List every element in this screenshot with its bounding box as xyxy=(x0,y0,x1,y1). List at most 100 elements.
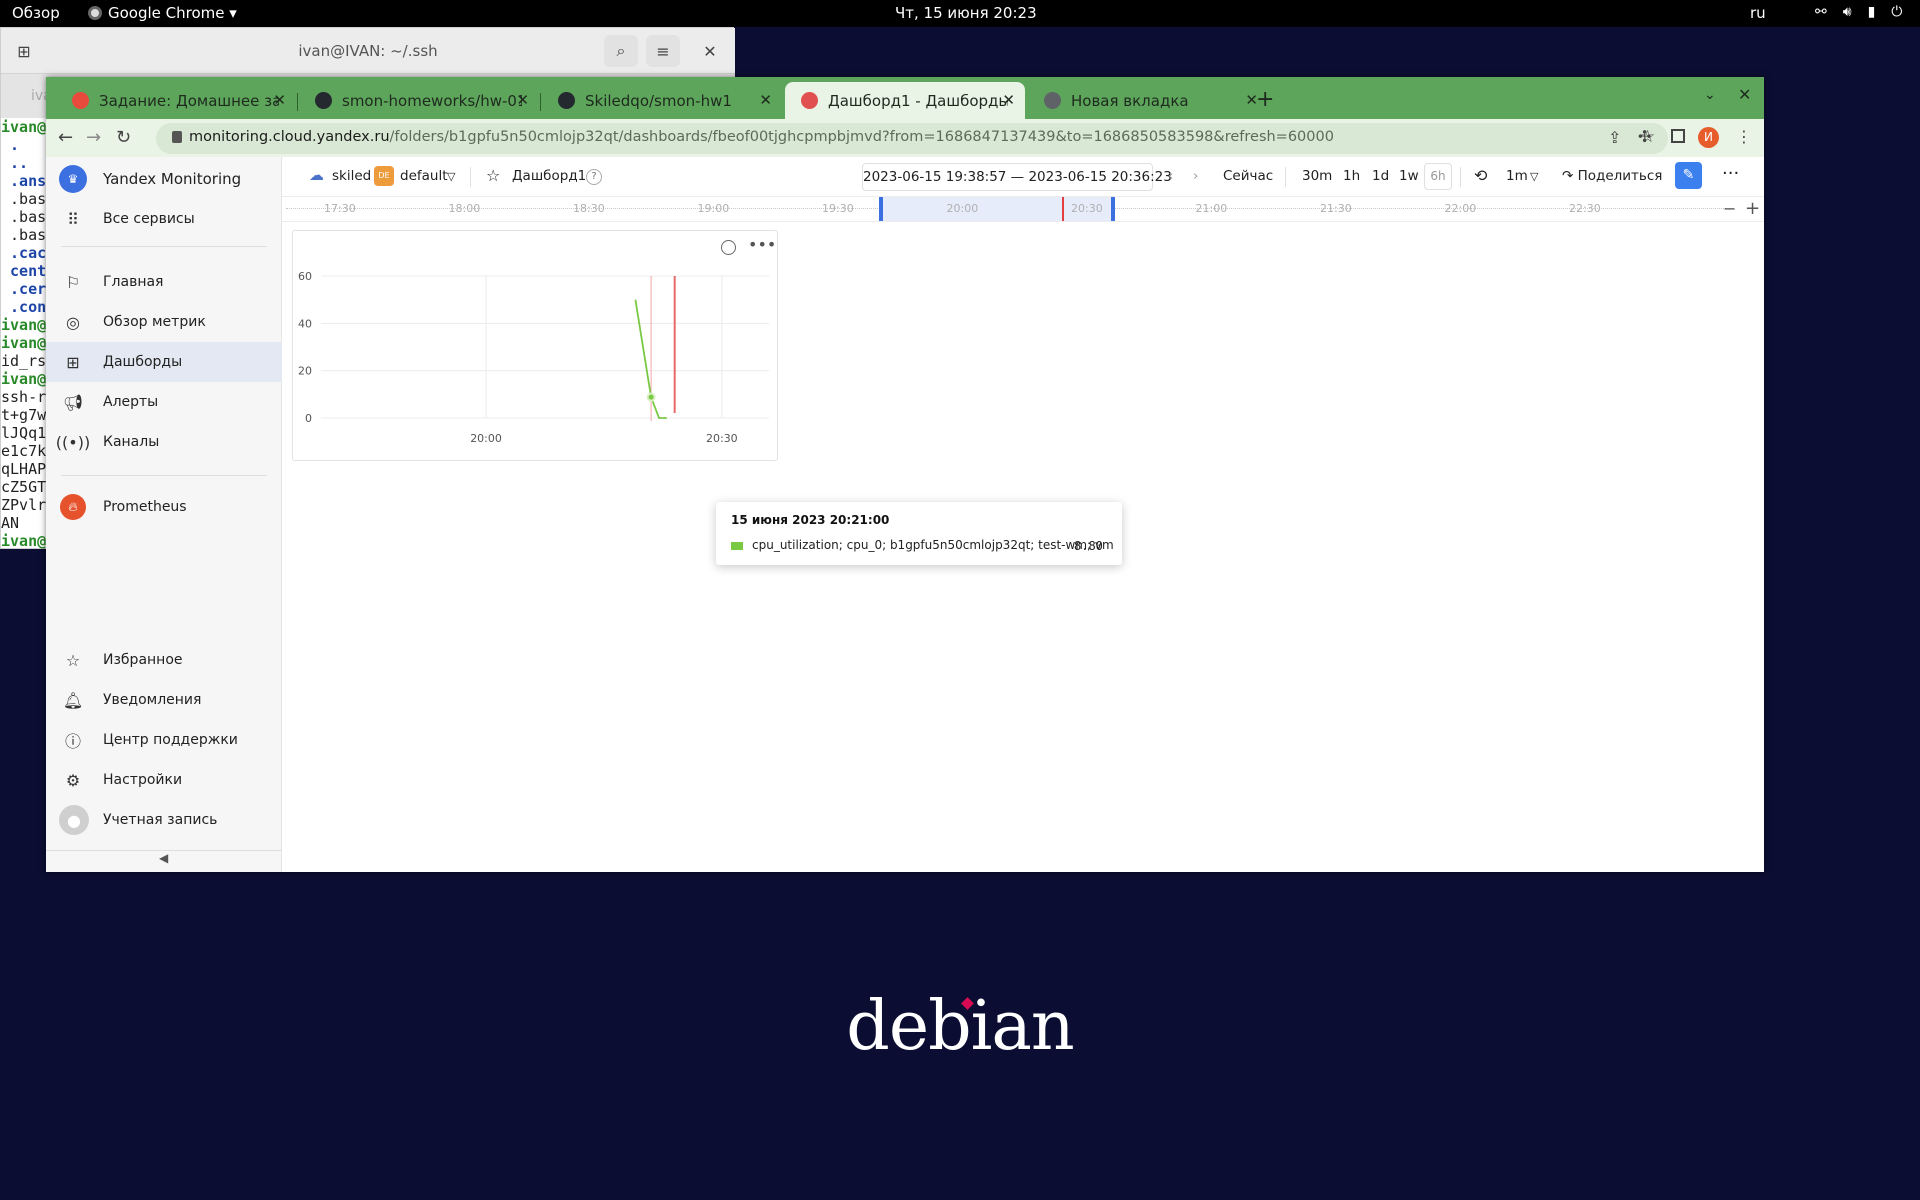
sidebar-item-notifications[interactable]: 🔔︎ Уведомления xyxy=(46,680,282,720)
terminal-line: e1c7k xyxy=(1,442,47,460)
sidebar-item-account[interactable]: ● Учетная запись xyxy=(46,800,282,840)
widget-more-icon[interactable]: ••• xyxy=(748,235,776,254)
cloud-name[interactable]: skiled xyxy=(332,168,371,184)
zoom-1h-button[interactable]: 1h xyxy=(1343,168,1360,184)
lock-icon[interactable] xyxy=(172,131,182,143)
favorite-star-icon[interactable]: ☆ xyxy=(486,166,500,185)
chevron-down-icon[interactable]: ▽ xyxy=(447,170,455,183)
browser-tab[interactable]: Задание: Домашнее зада✕ xyxy=(56,82,296,119)
time-range-picker[interactable]: 2023-06-15 19:38:57 — 2023-06-15 20:36:2… xyxy=(862,163,1172,191)
tab-close-icon[interactable]: ✕ xyxy=(516,91,529,109)
zoom-custom-input[interactable]: 6h xyxy=(1424,163,1452,190)
terminal-line: ivan@ xyxy=(1,370,47,388)
tooltip-series-name: cpu_utilization; cpu_0; b1gpfu5n50cmlojp… xyxy=(752,538,1114,552)
divider xyxy=(1285,167,1286,187)
kebab-menu-icon[interactable]: ⋮ xyxy=(1736,127,1752,146)
search-button[interactable]: ⌕ xyxy=(604,35,638,67)
window-close-icon[interactable]: ✕ xyxy=(1738,85,1751,104)
sidebar-item-all-services[interactable]: ⠿ Все сервисы xyxy=(46,199,282,239)
browser-tab[interactable]: Дашборд1 - Дашборды - ✕ xyxy=(785,82,1025,119)
legend-swatch xyxy=(731,542,743,550)
tab-search-chevron-icon[interactable]: ⌄ xyxy=(1704,87,1716,103)
chevron-left-icon[interactable]: ‹ xyxy=(1168,168,1173,184)
url-text[interactable]: monitoring.cloud.yandex.ru/folders/b1gpf… xyxy=(189,129,1334,145)
line-chart[interactable]: 0 20 40 60 20:00 20:30 xyxy=(293,231,779,462)
browser-tab[interactable]: Новая вкладка ✕ xyxy=(1028,82,1268,119)
terminal-line: .bas xyxy=(1,226,47,244)
y-tick-label: 60 xyxy=(298,270,312,283)
back-arrow-icon[interactable]: ← xyxy=(58,127,73,148)
extensions-puzzle-icon[interactable]: ✣ xyxy=(1638,127,1651,146)
chevron-right-icon[interactable]: › xyxy=(1193,168,1198,184)
sidebar-item-label: Дашборды xyxy=(103,354,183,370)
now-button[interactable]: Сейчас xyxy=(1223,168,1273,184)
sidebar-item-label: Все сервисы xyxy=(103,211,195,227)
refresh-icon[interactable]: ⟲ xyxy=(1474,166,1487,185)
sidebar-item-settings[interactable]: ⚙ Настройки xyxy=(46,760,282,800)
share-button[interactable]: ↷ Поделиться xyxy=(1562,168,1662,184)
tab-label: Дашборд1 - Дашборды - xyxy=(828,91,1008,110)
edit-pencil-icon[interactable]: ✎ xyxy=(1675,162,1702,189)
brand-label: Yandex Monitoring xyxy=(103,170,242,188)
sidebar-item-favorites[interactable]: ☆ Избранное xyxy=(46,640,282,680)
close-button[interactable]: ✕ xyxy=(693,35,727,67)
hamburger-icon: ≡ xyxy=(656,41,670,61)
tab-close-icon[interactable]: ✕ xyxy=(759,91,772,109)
battery-icon: ▮ xyxy=(1867,4,1876,20)
system-menu[interactable]: ⚯ 🔊︎ ▮ ⏻ xyxy=(1815,4,1902,20)
zoom-1d-button[interactable]: 1d xyxy=(1372,168,1389,184)
clock[interactable]: Чт, 15 июня 20:23 xyxy=(895,4,1037,22)
new-tab-plus-icon[interactable]: + xyxy=(1256,87,1274,112)
ruler-label: 19:30 xyxy=(822,202,854,215)
address-bar[interactable]: monitoring.cloud.yandex.ru/folders/b1gpf… xyxy=(156,123,1668,154)
compass-icon: ◎ xyxy=(66,312,80,332)
app-menu-label: Google Chrome ▾ xyxy=(108,4,237,22)
tab-label: smon-homeworks/hw-01 xyxy=(342,91,522,110)
sidebar: ♛ Yandex Monitoring ⠿ Все сервисы ⚐ Глав… xyxy=(46,157,282,872)
folder-selector[interactable]: default xyxy=(400,168,448,184)
sidebar-item-support[interactable]: ⓘ Центр поддержки xyxy=(46,720,282,760)
sidebar-brand[interactable]: ♛ Yandex Monitoring xyxy=(46,159,282,199)
sidebar-item-dashboards[interactable]: ⊞ Дашборды xyxy=(46,342,282,382)
terminal-line: .ans xyxy=(1,172,47,190)
zoom-1w-button[interactable]: 1w xyxy=(1399,168,1419,184)
zoom-30m-button[interactable]: 30m xyxy=(1302,168,1332,184)
refresh-interval-select[interactable]: 1m xyxy=(1506,168,1528,184)
forward-arrow-icon[interactable]: → xyxy=(86,127,101,148)
tab-close-icon[interactable]: ✕ xyxy=(273,91,286,109)
tab-close-icon[interactable]: ✕ xyxy=(1002,91,1015,109)
share-icon[interactable]: ⇪ xyxy=(1608,128,1621,147)
zoom-out-icon[interactable]: − xyxy=(1723,199,1736,218)
chevron-down-icon[interactable]: ▽ xyxy=(1530,170,1538,183)
sidebar-item-home[interactable]: ⚐ Главная xyxy=(46,262,282,302)
search-icon: ⌕ xyxy=(616,41,626,60)
help-icon[interactable]: ? xyxy=(586,169,602,185)
terminal-line: cZ5GT xyxy=(1,478,47,496)
reload-icon[interactable]: ↻ xyxy=(116,127,131,148)
sidebar-item-metrics[interactable]: ◎ Обзор метрик xyxy=(46,302,282,342)
monitoring-app: ♛ Yandex Monitoring ⠿ Все сервисы ⚐ Глав… xyxy=(46,157,1764,872)
browser-tab[interactable]: Skiledqo/smon-hw1 ✕ xyxy=(542,82,782,119)
chart-widget[interactable]: 0 20 40 60 20:00 20:30 ••• xyxy=(292,230,778,461)
profile-avatar[interactable]: И xyxy=(1698,127,1719,148)
sidebar-item-prometheus[interactable]: 🔥︎ Prometheus xyxy=(46,487,282,527)
sidebar-item-channels[interactable]: ((•)) Каналы xyxy=(46,422,282,462)
activities-button[interactable]: Обзор xyxy=(12,4,60,22)
app-menu[interactable]: Google Chrome ▾ xyxy=(88,4,237,22)
divider xyxy=(61,246,267,247)
browser-tab[interactable]: smon-homeworks/hw-01 ✕ xyxy=(299,82,539,119)
sidebar-item-label: Настройки xyxy=(103,772,183,788)
explore-compass-icon[interactable] xyxy=(721,240,736,255)
ruler-label: 21:30 xyxy=(1320,202,1352,215)
menu-button[interactable]: ≡ xyxy=(646,35,680,67)
keyboard-layout-indicator[interactable]: ru xyxy=(1750,4,1766,22)
collapse-sidebar-icon[interactable]: ◀ xyxy=(159,851,168,865)
sidebar-item-alerts[interactable]: 📢︎ Алерты xyxy=(46,382,282,422)
zoom-in-icon[interactable]: + xyxy=(1745,198,1760,219)
ruler-label: 18:30 xyxy=(573,202,605,215)
more-dots-icon[interactable]: ··· xyxy=(1722,163,1739,184)
timeline-ruler[interactable]: 17:30 18:00 18:30 19:00 19:30 20:00 20:30 21:00… xyxy=(282,197,1764,222)
terminal-line: .bas xyxy=(1,208,47,226)
side-panel-icon[interactable] xyxy=(1671,129,1685,143)
terminal-output[interactable]: ivan@ . .. .ans .bas .bas .bas .cac cent… xyxy=(1,118,48,550)
